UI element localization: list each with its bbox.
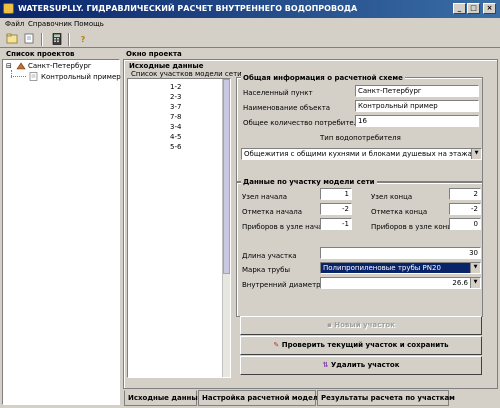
- list-item[interactable]: 5-6: [170, 143, 181, 151]
- maximize-button[interactable]: □: [467, 3, 480, 14]
- toolbar: ?: [0, 31, 500, 48]
- chevron-down-icon[interactable]: ▼: [471, 149, 481, 159]
- end-node-label: Узел конца: [371, 193, 413, 201]
- menu-reference[interactable]: Справочник: [28, 20, 72, 28]
- segments-list-title: Список участков модели сети: [131, 70, 242, 78]
- start-node-field[interactable]: 1: [320, 188, 352, 200]
- object-field[interactable]: Контрольный пример: [355, 100, 479, 112]
- start-mark-label: Отметка начала: [242, 208, 303, 216]
- tab-results[interactable]: Результаты расчета по участкам: [317, 390, 455, 406]
- delete-icon: ⇅: [322, 361, 331, 369]
- end-devices-label: Приборов в узле конца: [371, 223, 457, 231]
- menu-help[interactable]: Помощь: [74, 20, 104, 28]
- window-title: WATERSUPLLY. ГИДРАВЛИЧЕСКИЙ РАСЧЕТ ВНУТР…: [18, 4, 358, 13]
- list-item[interactable]: 1-2: [170, 83, 181, 91]
- pipe-label: Марка трубы: [242, 266, 291, 274]
- menu-file[interactable]: Файл: [5, 20, 24, 28]
- diameter-value: 26.6: [452, 279, 468, 287]
- tree-item-project[interactable]: Контрольный пример: [41, 73, 121, 81]
- check-save-button[interactable]: ✎ Проверить текущий участок и сохранить: [240, 336, 482, 355]
- tree-line: [11, 76, 26, 77]
- general-info-title: Общая информация о расчетной схеме: [241, 74, 405, 82]
- list-item[interactable]: 7-8: [170, 113, 181, 121]
- diameter-select[interactable]: 26.6 ▼: [320, 277, 481, 289]
- length-field[interactable]: 30: [320, 247, 481, 259]
- app-icon: [3, 3, 14, 14]
- close-button[interactable]: ×: [483, 3, 496, 14]
- scrollbar-thumb[interactable]: [223, 79, 230, 274]
- consumer-type-label: Тип водопотребителя: [320, 134, 401, 142]
- new-segment-button[interactable]: ▪ Новый участок: [240, 316, 482, 335]
- calculator-icon[interactable]: [50, 33, 64, 46]
- chevron-down-icon[interactable]: ▼: [470, 263, 480, 273]
- city-field[interactable]: Санкт-Петербург: [355, 85, 479, 97]
- city-label: Населенный пункт: [243, 89, 313, 97]
- toolbar-separator: [41, 33, 43, 46]
- help-icon[interactable]: ?: [76, 33, 90, 46]
- tree-item-city[interactable]: Санкт-Петербург: [28, 62, 92, 70]
- list-item[interactable]: 3-4: [170, 123, 181, 131]
- end-mark-label: Отметка конца: [371, 208, 428, 216]
- project-window-title: Окно проекта: [126, 50, 182, 58]
- menu-bar: Файл Справочник Помощь: [0, 18, 500, 31]
- open-icon[interactable]: [5, 33, 19, 46]
- list-item[interactable]: 4-5: [170, 133, 181, 141]
- consumer-type-value: Общежития с общими кухнями и блоками душ…: [244, 150, 481, 158]
- list-scrollbar[interactable]: [222, 79, 230, 377]
- toolbar-separator: [68, 33, 70, 46]
- document-icon: [29, 72, 38, 81]
- project-tree: ⊟ Санкт-Петербург Контрольный пример: [2, 59, 121, 405]
- consumers-field[interactable]: 16: [355, 115, 479, 127]
- new-icon[interactable]: [22, 33, 36, 46]
- brush-icon: ✎: [273, 341, 282, 349]
- tree-expander-icon[interactable]: ⊟: [6, 62, 12, 70]
- end-devices-field[interactable]: 0: [449, 218, 481, 230]
- start-mark-field[interactable]: -2: [320, 203, 352, 215]
- list-item[interactable]: 2-3: [170, 93, 181, 101]
- title-bar: WATERSUPLLY. ГИДРАВЛИЧЕСКИЙ РАСЧЕТ ВНУТР…: [0, 0, 500, 18]
- tab-source-data[interactable]: Исходные данные: [124, 390, 202, 406]
- start-node-label: Узел начала: [242, 193, 288, 201]
- minimize-button[interactable]: _: [453, 3, 466, 14]
- projects-panel: Список проектов ⊟ Санкт-Петербург Контро…: [0, 48, 121, 408]
- source-data-title: Исходные данные: [129, 62, 204, 70]
- chevron-down-icon[interactable]: ▼: [470, 278, 480, 288]
- length-label: Длина участка: [242, 252, 297, 260]
- list-item[interactable]: 3-7: [170, 103, 181, 111]
- segment-data-title: Данные по участку модели сети: [241, 178, 377, 186]
- object-label: Наименование объекта: [243, 104, 331, 112]
- start-devices-label: Приборов в узле начала: [242, 223, 332, 231]
- projects-title: Список проектов: [6, 50, 75, 58]
- start-devices-field[interactable]: -1: [320, 218, 352, 230]
- pipe-select[interactable]: Полипропиленовые трубы PN20 ▼: [320, 262, 481, 274]
- consumers-label: Общее количество потребителей: [243, 119, 368, 127]
- tab-model-settings[interactable]: Настройка расчетной модели: [198, 390, 323, 406]
- city-icon: [16, 62, 26, 70]
- project-window: Окно проекта Исходные данные Список учас…: [121, 48, 500, 408]
- end-mark-field[interactable]: -2: [449, 203, 481, 215]
- segments-list: 1-2 2-3 3-7 7-8 3-4 4-5 5-6: [127, 78, 231, 378]
- consumer-type-select[interactable]: Общежития с общими кухнями и блоками душ…: [241, 148, 482, 160]
- diameter-label: Внутренний диаметр: [242, 281, 321, 289]
- segments-items: 1-2 2-3 3-7 7-8 3-4 4-5 5-6: [128, 79, 222, 377]
- pipe-value: Полипропиленовые трубы PN20: [323, 264, 441, 272]
- delete-segment-button[interactable]: ⇅ Удалить участок: [240, 356, 482, 375]
- end-node-field[interactable]: 2: [449, 188, 481, 200]
